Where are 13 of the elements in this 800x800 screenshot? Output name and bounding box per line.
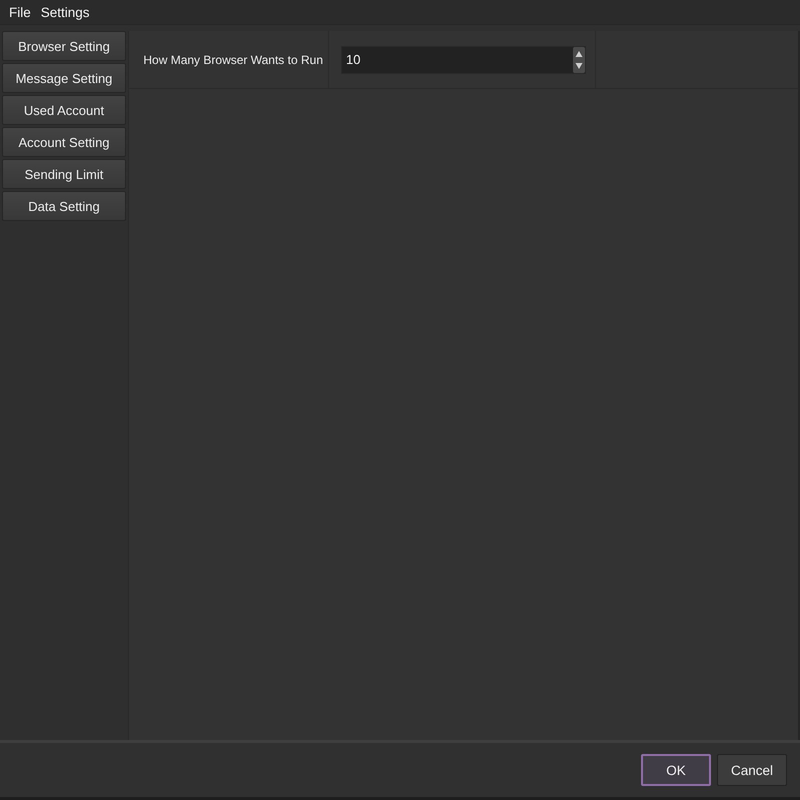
dialog-button[interactable]: OK: [641, 754, 711, 786]
menu-item[interactable]: Settings: [36, 4, 95, 20]
sidebar-button[interactable]: Message Setting: [2, 63, 126, 93]
setting-label: How Many Browser Wants to Run: [143, 52, 323, 66]
sidebar-button[interactable]: Sending Limit: [2, 159, 126, 189]
sidebar-button[interactable]: Used Account: [2, 95, 126, 125]
spin-arrows-icon[interactable]: [573, 46, 585, 72]
menu-item[interactable]: File: [4, 4, 36, 20]
sidebar-button[interactable]: Account Setting: [2, 127, 126, 157]
spin-box[interactable]: 10: [341, 46, 586, 74]
sidebar-button[interactable]: Browser Setting: [2, 31, 126, 61]
sidebar-button[interactable]: Data Setting: [2, 191, 126, 221]
dialog-button[interactable]: Cancel: [717, 754, 787, 786]
